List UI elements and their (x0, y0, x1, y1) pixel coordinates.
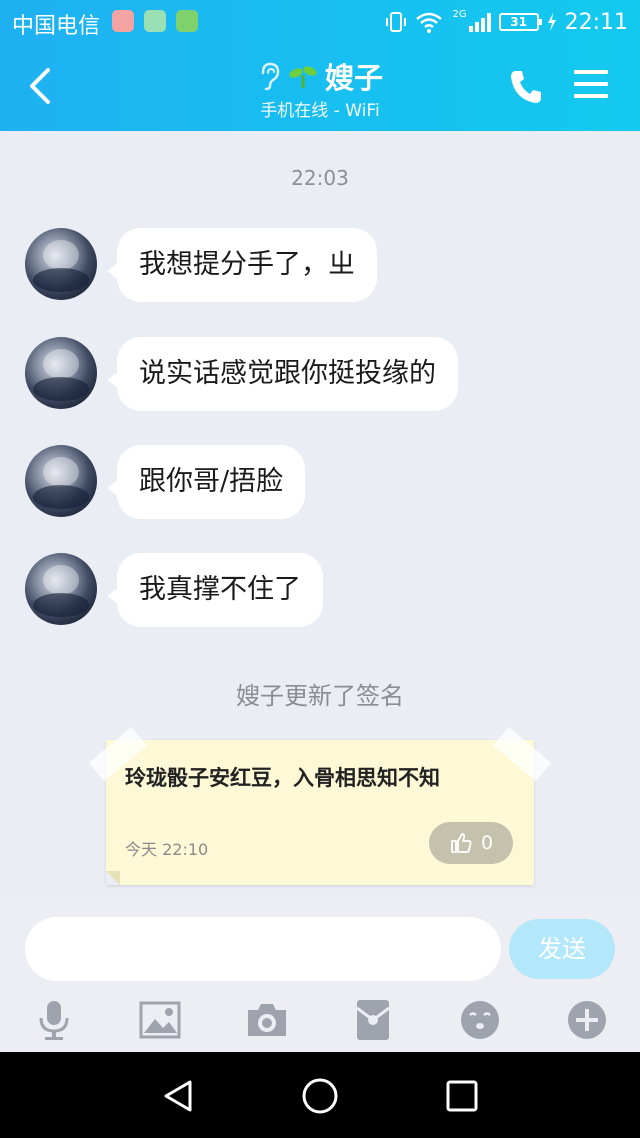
status-icons: 2G 31 22:11 (386, 6, 628, 38)
tape-decoration (492, 726, 552, 782)
vibrate-icon (386, 12, 407, 32)
emoji-icon[interactable] (458, 998, 502, 1042)
phone-icon[interactable] (508, 68, 544, 106)
nav-back-icon[interactable] (158, 1076, 198, 1116)
signature-text: 玲珑骰子安红豆，入骨相思知不知 (125, 766, 440, 790)
red-packet-icon[interactable] (351, 998, 395, 1042)
thumbs-up-icon (451, 833, 472, 853)
plus-icon[interactable] (565, 998, 609, 1042)
like-button[interactable]: 0 (429, 822, 513, 864)
message-bubble[interactable]: 我想提分手了，ㄓ (107, 228, 377, 302)
avatar[interactable] (25, 228, 97, 300)
avatar[interactable] (25, 337, 97, 409)
menu-icon[interactable] (574, 70, 608, 104)
composer: 发送 (0, 902, 640, 1052)
carrier-label: 中国电信 (12, 14, 101, 39)
microphone-icon[interactable] (32, 998, 76, 1042)
folded-corner (106, 871, 120, 885)
signature-time: 今天 22:10 (125, 840, 209, 859)
battery-icon: 31 (498, 13, 542, 31)
avatar[interactable] (25, 553, 97, 625)
wifi-icon (416, 12, 443, 33)
battery-level: 31 (510, 15, 527, 29)
avatar[interactable] (25, 445, 97, 517)
nav-home-icon[interactable] (300, 1076, 340, 1116)
notification-app-icon (144, 10, 166, 32)
back-arrow-icon[interactable] (22, 64, 58, 108)
message-bubble[interactable]: 我真撑不住了 (107, 553, 323, 627)
sprout-icon (289, 66, 317, 88)
signal-icon (468, 12, 491, 32)
message-bubble[interactable]: 说实话感觉跟你挺投缘的 (107, 337, 458, 411)
send-button[interactable]: 发送 (509, 919, 615, 979)
status-time: 22:11 (564, 9, 628, 35)
status-bar: 中国电信 2G 31 22:11 (0, 0, 640, 44)
message-bubble[interactable]: 跟你哥/捂脸 (106, 445, 306, 519)
network-type: 2G (452, 8, 467, 20)
charging-icon (547, 13, 556, 31)
chat-title-area[interactable]: 嫂子 手机在线 - WiFi (200, 58, 440, 121)
message-input[interactable] (25, 917, 501, 981)
nav-recents-icon[interactable] (442, 1076, 482, 1116)
notification-game-icon (176, 10, 198, 32)
page-title: 嫂子 (324, 61, 383, 95)
like-count: 0 (480, 832, 494, 854)
system-navigation-bar (0, 1052, 640, 1138)
online-status: 手机在线 - WiFi (260, 101, 380, 121)
image-icon[interactable] (138, 998, 182, 1042)
signature-card[interactable]: 玲珑骰子安红豆，入骨相思知不知 今天 22:10 0 (88, 726, 552, 885)
ear-icon (261, 62, 280, 91)
notification-mail-icon (112, 10, 134, 32)
chat-timestamp: 22:03 (291, 166, 349, 190)
chat-header: 中国电信 2G 31 22:11 嫂子 手机在线 - WiFi (0, 0, 640, 131)
camera-icon[interactable] (245, 998, 289, 1042)
signature-update-notice: 嫂子更新了签名 (236, 682, 404, 710)
